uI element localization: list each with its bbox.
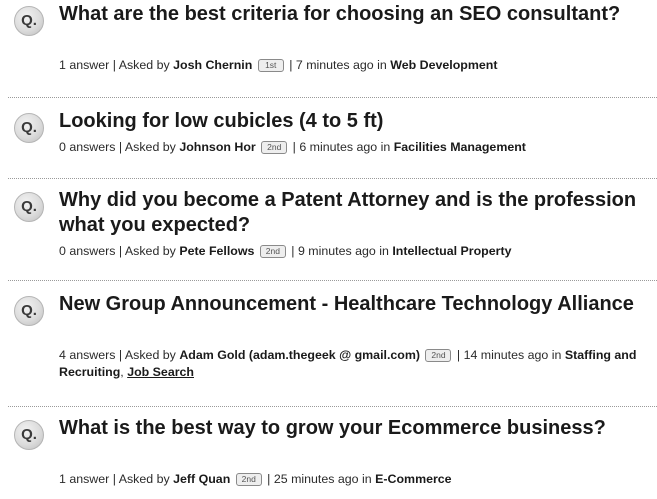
author-name[interactable]: Johnson Hor xyxy=(179,140,255,154)
connection-degree-badge: 1st xyxy=(257,59,284,72)
question-icon: Q. xyxy=(14,192,44,222)
questions-list: Q. What are the best criteria for choosi… xyxy=(0,0,657,499)
divider xyxy=(8,406,657,407)
category-link-secondary[interactable]: Job Search xyxy=(127,365,194,379)
question-icon: Q. xyxy=(14,420,44,450)
time-ago: 6 minutes ago xyxy=(299,140,378,154)
author-name[interactable]: Jeff Quan xyxy=(173,472,230,486)
divider xyxy=(8,280,657,281)
asked-by-label: Asked by xyxy=(124,244,176,258)
asked-by-label: Asked by xyxy=(124,140,176,154)
in-label: in xyxy=(362,472,372,486)
in-label: in xyxy=(380,140,391,154)
time-ago: 7 minutes ago xyxy=(295,58,374,72)
question-icon: Q. xyxy=(14,6,44,36)
answer-count[interactable]: 0 answers xyxy=(59,140,115,154)
connection-degree-badge: 2nd xyxy=(235,473,262,486)
question-title[interactable]: Looking for low cubicles (4 to 5 ft) xyxy=(59,109,644,134)
category-link[interactable]: Facilities Management xyxy=(394,140,526,154)
author-name[interactable]: Pete Fellows xyxy=(179,244,254,258)
question-meta: 0 answers | Asked by Johnson Hor 2nd | 6… xyxy=(59,140,526,154)
question-title[interactable]: What are the best criteria for choosing … xyxy=(59,2,644,27)
answer-count[interactable]: 1 answer xyxy=(59,58,109,72)
author-name[interactable]: Josh Chernin xyxy=(173,58,252,72)
connection-degree-badge: 2nd xyxy=(425,349,452,362)
answer-count[interactable]: 4 answers xyxy=(59,348,115,362)
in-label: in xyxy=(551,348,562,362)
question-icon: Q. xyxy=(14,296,44,326)
question-meta: 4 answers | Asked by Adam Gold (adam.the… xyxy=(59,348,637,379)
in-label: in xyxy=(379,244,389,258)
connection-degree-badge: 2nd xyxy=(259,245,286,258)
in-label: in xyxy=(377,58,387,72)
divider xyxy=(8,178,657,179)
time-ago: 25 minutes ago xyxy=(273,472,359,486)
answer-count[interactable]: 1 answer xyxy=(59,472,109,486)
question-title[interactable]: What is the best way to grow your Ecomme… xyxy=(59,416,644,441)
asked-by-label: Asked by xyxy=(118,58,170,72)
author-name[interactable]: Adam Gold (adam.thegeek @ gmail.com) xyxy=(179,348,420,362)
question-title[interactable]: New Group Announcement - Healthcare Tech… xyxy=(59,292,644,317)
time-ago: 14 minutes ago xyxy=(463,348,549,362)
question-meta: 1 answer | Asked by Josh Chernin 1st | 7… xyxy=(59,58,498,72)
question-icon: Q. xyxy=(14,113,44,143)
question-title[interactable]: Why did you become a Patent Attorney and… xyxy=(59,188,644,238)
time-ago: 9 minutes ago xyxy=(297,244,376,258)
category-link[interactable]: E-Commerce xyxy=(375,472,451,486)
category-link[interactable]: Web Development xyxy=(390,58,497,72)
question-meta: 1 answer | Asked by Jeff Quan 2nd | 25 m… xyxy=(59,472,452,486)
divider xyxy=(8,97,657,98)
connection-degree-badge: 2nd xyxy=(261,141,288,154)
asked-by-label: Asked by xyxy=(124,348,176,362)
asked-by-label: Asked by xyxy=(118,472,170,486)
question-meta: 0 answers | Asked by Pete Fellows 2nd | … xyxy=(59,244,512,258)
answer-count[interactable]: 0 answers xyxy=(59,244,115,258)
category-separator: , xyxy=(120,365,124,379)
category-link[interactable]: Intellectual Property xyxy=(392,244,511,258)
